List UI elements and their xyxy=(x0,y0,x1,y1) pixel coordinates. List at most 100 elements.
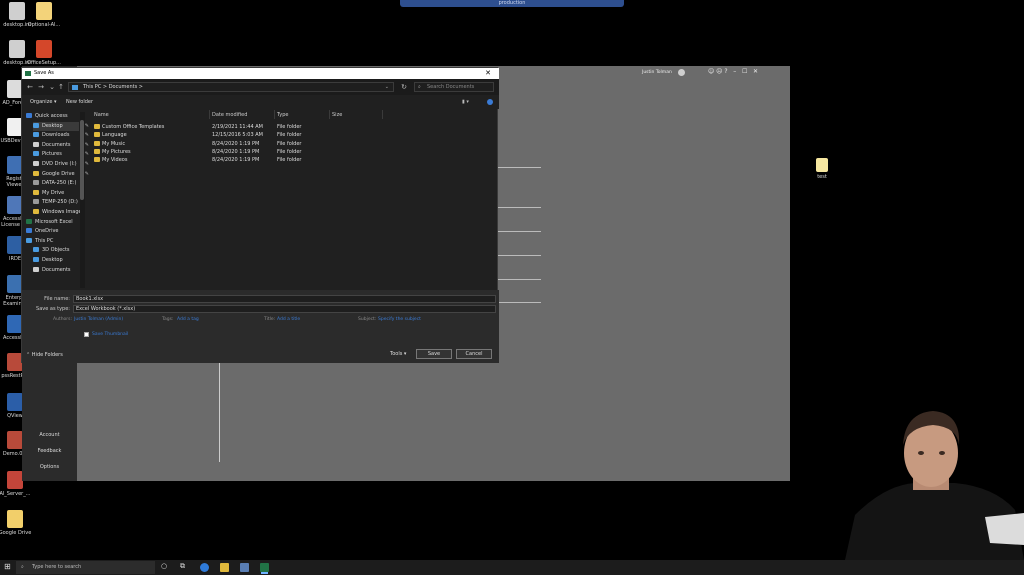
nav-item[interactable]: Desktop ✎ xyxy=(33,121,89,131)
column-header-type[interactable]: Type xyxy=(277,112,288,118)
nav-item[interactable]: Quick access xyxy=(26,112,79,121)
organize-button[interactable]: Organize ▾ xyxy=(30,99,57,105)
excel-user-name[interactable]: Justin Tolman xyxy=(642,70,672,75)
search-input[interactable]: ⌕ Search Documents xyxy=(414,82,494,92)
file-row[interactable]: My Music 8/24/2020 1:19 PM File folder xyxy=(94,140,394,148)
cortana-icon[interactable]: ○ xyxy=(161,562,167,570)
nav-item[interactable]: This PC xyxy=(26,237,79,246)
save-as-dialog: Save As ✕ ← → ⌄ ↑ This PC > Documents > … xyxy=(21,67,499,363)
app-icon xyxy=(7,393,23,411)
file-date: 2/19/2021 11:44 AM xyxy=(212,124,263,130)
remote-desktop-icon[interactable] xyxy=(240,563,249,572)
column-header-date[interactable]: Date modified xyxy=(212,112,247,118)
desktop-icon-test[interactable]: test xyxy=(805,158,839,180)
nav-item[interactable]: Microsoft Excel xyxy=(26,218,79,227)
nav-item-label: Pictures xyxy=(42,151,62,158)
nav-item[interactable]: 3D Objects xyxy=(33,246,79,255)
this-pc-icon xyxy=(72,85,78,90)
nav-item[interactable]: Documents ✎ xyxy=(33,141,89,150)
file-date: 8/24/2020 1:19 PM xyxy=(212,140,260,147)
forward-arrow-icon[interactable]: → xyxy=(37,83,45,91)
nav-scrollbar-thumb[interactable] xyxy=(80,120,84,200)
nav-item[interactable]: DVD Drive (I:) ✎ xyxy=(33,160,89,169)
path-breadcrumb[interactable]: This PC > Documents > ⌄ xyxy=(68,82,394,92)
file-type: File folder xyxy=(277,148,302,155)
column-header-name[interactable]: Name xyxy=(94,112,109,118)
up-arrow-icon[interactable]: ↑ xyxy=(57,83,65,91)
file-explorer-icon[interactable] xyxy=(220,563,229,572)
nav-item[interactable]: Downloads ✎ xyxy=(33,131,89,140)
breadcrumb-this-pc[interactable]: This PC xyxy=(83,84,101,90)
divider xyxy=(209,110,210,119)
chevron-down-icon[interactable]: ⌄ xyxy=(385,83,389,91)
dialog-title: Save As xyxy=(34,70,54,76)
title-value[interactable]: Add a title xyxy=(277,317,300,322)
file-date: 8/24/2020 1:19 PM xyxy=(212,157,260,164)
authors-value[interactable]: Justin Tolman (Admin) xyxy=(74,317,123,322)
nav-item[interactable]: OneDrive xyxy=(26,227,79,236)
help-icon[interactable] xyxy=(487,99,493,105)
folder-icon xyxy=(94,140,100,146)
desktop-icon-label: IRDE xyxy=(9,256,21,262)
view-options-icon[interactable]: ▮ ▾ xyxy=(462,99,469,105)
breadcrumb-documents[interactable]: Documents xyxy=(109,84,138,90)
desktop-icon[interactable]: Google Drive xyxy=(0,510,32,536)
hide-folders-button[interactable]: ⌃ Hide Folders xyxy=(26,352,63,358)
nav-item-label: TEMP-250 (D:) xyxy=(42,199,78,206)
nav-item-label: Documents xyxy=(42,266,71,273)
save-button[interactable]: Save xyxy=(416,349,452,359)
refresh-icon[interactable]: ↻ xyxy=(400,83,408,91)
avatar[interactable] xyxy=(678,69,685,76)
folder-icon xyxy=(33,199,39,205)
file-row[interactable]: Language 12/15/2016 5:03 AM File folder xyxy=(94,131,394,139)
nav-item[interactable]: Windows Image xyxy=(33,208,82,217)
nav-item[interactable]: Google Drive ✎ xyxy=(33,170,89,179)
file-name-value: Book1.xlsx xyxy=(76,296,104,302)
excel-window-controls[interactable]: ☺ ☹ ? – ☐ ✕ xyxy=(708,68,758,75)
divider xyxy=(274,110,275,119)
file-name: My Videos xyxy=(102,157,128,164)
cancel-button[interactable]: Cancel xyxy=(456,349,492,359)
file-name-field[interactable]: Book1.xlsx xyxy=(73,295,496,303)
file-row[interactable]: My Pictures 8/24/2020 1:19 PM File folder xyxy=(94,148,394,156)
nav-item[interactable]: TEMP-250 (D:) xyxy=(33,198,79,207)
subject-value[interactable]: Specify the subject xyxy=(378,317,421,322)
backstage-options[interactable]: Options xyxy=(22,464,77,470)
nav-item[interactable]: Desktop xyxy=(33,256,79,265)
desktop-icon[interactable]: OfficeSetup... xyxy=(27,40,61,66)
nav-item[interactable]: Pictures ✎ xyxy=(33,150,89,159)
folder-icon xyxy=(26,218,32,224)
nav-item[interactable]: My Drive xyxy=(33,189,79,198)
divider xyxy=(329,110,330,119)
nav-item[interactable]: DATA-250 (E:) xyxy=(33,179,79,188)
backstage-feedback[interactable]: Feedback xyxy=(22,448,77,454)
desktop-icon[interactable]: Optional-Al... xyxy=(27,2,61,28)
new-folder-button[interactable]: New folder xyxy=(66,99,93,105)
back-arrow-icon[interactable]: ← xyxy=(26,83,34,91)
edge-icon[interactable] xyxy=(200,563,209,572)
excel-taskbar-icon[interactable] xyxy=(260,563,269,572)
taskbar-search-placeholder: Type here to search xyxy=(32,564,82,570)
dialog-title-bar[interactable]: Save As xyxy=(22,68,499,79)
taskbar-search-input[interactable]: ⌕ Type here to search xyxy=(16,561,155,574)
windows-start-icon[interactable]: ⊞ xyxy=(4,563,11,571)
thumbnail-label[interactable]: Save Thumbnail xyxy=(92,332,128,337)
folder-icon xyxy=(94,157,100,163)
backstage-account[interactable]: Account xyxy=(22,432,77,438)
chevron-down-icon[interactable]: ⌄ xyxy=(48,83,56,91)
tools-button[interactable]: Tools ▾ xyxy=(390,351,406,357)
save-options-area: File name: Book1.xlsx Save as type: Exce… xyxy=(22,290,499,363)
close-icon[interactable]: ✕ xyxy=(483,68,493,79)
save-type-select[interactable]: Excel Workbook (*.xlsx) xyxy=(73,305,496,313)
thumbnail-checkbox[interactable] xyxy=(84,332,89,337)
nav-item[interactable]: Documents xyxy=(33,266,79,275)
save-type-label: Save as type: xyxy=(36,306,70,312)
file-row[interactable]: Custom Office Templates 2/19/2021 11:44 A… xyxy=(94,123,394,131)
remote-connection-bar[interactable]: production xyxy=(400,0,624,7)
column-header-size[interactable]: Size xyxy=(332,112,342,118)
folder-icon xyxy=(94,124,100,129)
task-view-icon[interactable]: ⧉ xyxy=(180,562,185,571)
tags-value[interactable]: Add a tag xyxy=(177,317,199,322)
app-icon xyxy=(9,2,25,20)
file-row[interactable]: My Videos 8/24/2020 1:19 PM File folder xyxy=(94,156,394,164)
